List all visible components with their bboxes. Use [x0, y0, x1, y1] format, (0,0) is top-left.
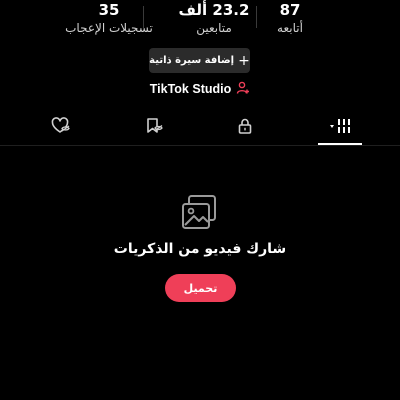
- lock-icon: [236, 117, 254, 139]
- upload-button[interactable]: تحميل: [165, 274, 236, 302]
- tiktok-studio-label: TikTok Studio: [149, 82, 232, 96]
- followers-count: 23.2 ألف: [178, 1, 250, 19]
- tab-liked[interactable]: [37, 112, 85, 144]
- tab-private[interactable]: [221, 112, 269, 144]
- add-bio-label: إضافة سيرة ذاتية: [149, 55, 235, 66]
- heart-hidden-icon: [51, 117, 71, 139]
- profile-tabs: [0, 112, 400, 146]
- person-add-icon: [236, 80, 250, 99]
- stat-likes[interactable]: 35 تسجيلات الإعجاب: [49, 0, 169, 36]
- photo-gallery-icon: [180, 192, 220, 232]
- plus-icon: +: [238, 52, 250, 69]
- bookmark-hidden-icon: [144, 117, 164, 139]
- tab-favorites[interactable]: [130, 112, 178, 144]
- likes-label: تسجيلات الإعجاب: [65, 21, 153, 35]
- followers-label: متابعين: [196, 21, 232, 35]
- tab-videos[interactable]: [316, 112, 364, 145]
- active-tab-indicator: [318, 143, 362, 145]
- upload-button-label: تحميل: [183, 281, 218, 295]
- tiktok-studio-link[interactable]: TikTok Studio: [0, 78, 400, 100]
- grid-icon: [325, 117, 355, 139]
- stat-followers[interactable]: 23.2 ألف متابعين: [154, 0, 274, 36]
- profile-stats: 87 أتابعه 23.2 ألف متابعين 35 تسجيلات ال…: [0, 0, 400, 44]
- likes-count: 35: [98, 1, 120, 19]
- add-bio-button[interactable]: + إضافة سيرة ذاتية: [149, 48, 250, 73]
- empty-state-title: شارك فيديو من الذكريات: [113, 241, 287, 257]
